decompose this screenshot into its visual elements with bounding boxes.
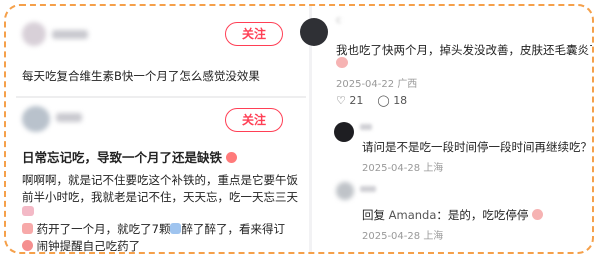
comment-location: 广西 bbox=[397, 79, 418, 90]
comment-icon[interactable]: ◯ bbox=[377, 94, 389, 107]
comment-text: 回复 Amanda：是的，吃吃停停 bbox=[362, 207, 544, 223]
post-title-text: 日常忘记吃，导致一个月了还是缺铁 bbox=[22, 150, 223, 165]
reply-text: 是的，吃吃停停 bbox=[447, 208, 529, 222]
sad-emoji-icon bbox=[336, 57, 348, 68]
commenter-name[interactable]: c bbox=[336, 15, 342, 26]
comment-location: 上海 bbox=[423, 163, 444, 174]
comment-text: 我也吃了快两个月，掉头发没改善，皮肤还毛囊炎了 bbox=[336, 42, 594, 58]
username-blurred[interactable] bbox=[56, 113, 82, 122]
comment-meta: 2025-04-22 广西 bbox=[336, 75, 417, 90]
post-body-line: 药开了一个月，就吃了7颗 醉了醉了，看来得订 bbox=[22, 221, 285, 237]
sticker-icon bbox=[22, 206, 34, 216]
post-title: 日常忘记吃，导致一个月了还是缺铁 bbox=[22, 147, 238, 166]
avatar[interactable] bbox=[336, 182, 354, 200]
comment-location: 上海 bbox=[423, 231, 444, 242]
reply-count: 18 bbox=[393, 94, 408, 107]
post-line-text: 药开了一个月，就吃了7颗 bbox=[36, 222, 171, 236]
alarm-clock-icon bbox=[22, 240, 33, 251]
comment-text-line: 我也吃了快两个月，掉头发没改善，皮肤还毛囊炎了 bbox=[336, 43, 594, 57]
bottle-emoji-icon bbox=[170, 223, 182, 234]
commenter-name-blurred[interactable] bbox=[360, 186, 376, 192]
comment-date: 2025-04-28 bbox=[362, 231, 421, 242]
follow-button[interactable]: 关注 bbox=[225, 108, 283, 132]
comment-meta: 2025-04-28 上海 bbox=[362, 159, 443, 174]
reply-to-name[interactable]: Amanda bbox=[389, 208, 437, 222]
follow-button[interactable]: 关注 bbox=[225, 22, 283, 46]
reply-prefix: 回复 bbox=[362, 208, 385, 222]
face-emoji-icon bbox=[226, 152, 238, 163]
pill-icon bbox=[22, 223, 33, 234]
comment-actions: ♡ 21 ◯ 18 bbox=[336, 94, 407, 107]
comment-meta: 2025-04-28 上海 bbox=[362, 227, 443, 242]
sad-emoji-icon bbox=[532, 209, 544, 220]
like-count: 21 bbox=[349, 94, 364, 107]
username-blurred[interactable] bbox=[52, 30, 88, 39]
divider bbox=[16, 96, 306, 98]
comment-date: 2025-04-22 bbox=[336, 79, 395, 90]
post-body-line: 闹钟提醒自己吃药了 bbox=[22, 238, 141, 253]
avatar[interactable] bbox=[300, 18, 328, 46]
avatar[interactable] bbox=[334, 122, 354, 142]
post-text: 每天吃复合维生素B快一个月了怎么感觉没效果 bbox=[22, 69, 260, 83]
screenshot-frame: 关注 每天吃复合维生素B快一个月了怎么感觉没效果 关注 日常忘记吃，导致一个月了… bbox=[4, 4, 594, 254]
post-line-text: 醉了醉了，看来得订 bbox=[181, 222, 285, 236]
commenter-name-blurred[interactable] bbox=[360, 124, 372, 130]
post-body-line: 前半小时吃，我就老是记不住，天天忘，吃一天忘三天 bbox=[22, 190, 298, 204]
comment-text: 请问是不是吃一段时间停一段时间再继续吃？ bbox=[362, 140, 592, 154]
reply-colon: ： bbox=[436, 208, 448, 222]
comment-date: 2025-04-28 bbox=[362, 163, 421, 174]
avatar[interactable] bbox=[22, 106, 50, 132]
avatar[interactable] bbox=[22, 22, 46, 46]
post-line-text: 闹钟提醒自己吃药了 bbox=[36, 239, 141, 253]
post-body-line: 啊啊啊，就是记不住要吃这个补铁的，重点是它要午饭 bbox=[22, 173, 298, 187]
like-icon[interactable]: ♡ bbox=[336, 94, 346, 107]
